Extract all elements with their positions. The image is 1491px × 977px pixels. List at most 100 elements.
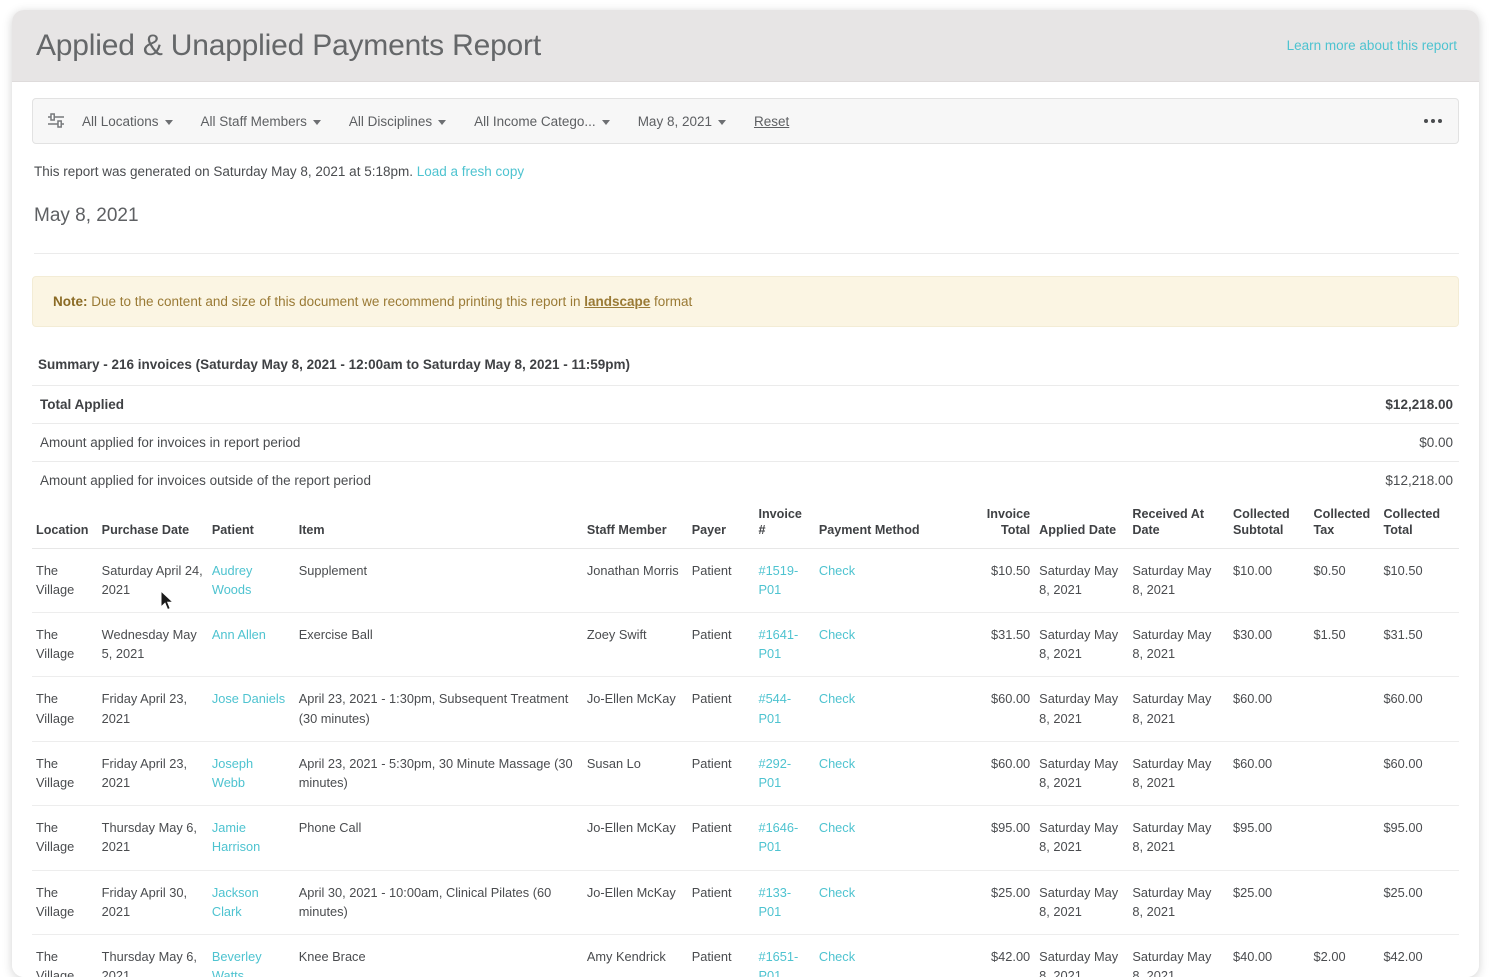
table-cell-received-at-date: Saturday May 8, 2021 (1128, 806, 1229, 870)
table-cell-patient[interactable]: Ann Allen (208, 613, 295, 677)
table-cell-patient[interactable]: Joseph Webb (208, 741, 295, 805)
table-cell-item: April 30, 2021 - 10:00am, Clinical Pilat… (295, 870, 583, 934)
reset-filters-button[interactable]: Reset (754, 114, 789, 129)
col-payment-method: Payment Method (815, 501, 958, 548)
table-cell-collected-tax (1310, 806, 1380, 870)
table-cell-invoice-number-link[interactable]: #1519-P01 (758, 563, 798, 597)
table-cell-patient-link[interactable]: Ann Allen (212, 627, 266, 642)
table-cell-patient[interactable]: Beverley Watts (208, 934, 295, 977)
table-cell-invoice-number-link[interactable]: #292-P01 (758, 756, 791, 790)
table-cell-patient[interactable]: Audrey Woods (208, 548, 295, 612)
summary-row-label: Total Applied (40, 397, 124, 412)
filter-all-locations[interactable]: All Locations (82, 114, 173, 129)
table-cell-patient-link[interactable]: Jackson Clark (212, 885, 259, 919)
summary-title: Summary - 216 invoices (Saturday May 8, … (38, 357, 1459, 385)
summary-row-outside-period: Amount applied for invoices outside of t… (32, 461, 1459, 499)
table-cell-collected-tax: $1.50 (1310, 613, 1380, 677)
table-cell-invoice-number-link[interactable]: #1646-P01 (758, 820, 798, 854)
payments-table: Location Purchase Date Patient Item Staf… (32, 501, 1459, 977)
filter-date-range[interactable]: May 8, 2021 (638, 114, 726, 129)
ellipsis-dot (1431, 119, 1435, 123)
ellipsis-icon[interactable] (1422, 113, 1444, 129)
table-cell-collected-total: $10.50 (1379, 548, 1459, 612)
table-cell-collected-total: $25.00 (1379, 870, 1459, 934)
col-item: Item (295, 501, 583, 548)
table-cell-patient[interactable]: Jose Daniels (208, 677, 295, 741)
table-cell-payment-method[interactable]: Check (815, 934, 958, 977)
table-cell-invoice-number[interactable]: #292-P01 (754, 741, 814, 805)
table-cell-invoice-number[interactable]: #544-P01 (754, 677, 814, 741)
table-cell-payer: Patient (688, 741, 755, 805)
table-cell-payment-method-link[interactable]: Check (819, 756, 855, 771)
summary-row-value: $0.00 (1419, 435, 1453, 450)
table-cell-collected-subtotal: $95.00 (1229, 806, 1310, 870)
table-cell-applied-date: Saturday May 8, 2021 (1035, 677, 1128, 741)
table-cell-payment-method-link[interactable]: Check (819, 885, 855, 900)
table-cell-payment-method-link[interactable]: Check (819, 563, 855, 578)
table-row: The VillageFriday April 23, 2021Jose Dan… (32, 677, 1459, 741)
filter-all-income-categories[interactable]: All Income Catego... (474, 114, 610, 129)
table-cell-invoice-number[interactable]: #133-P01 (754, 870, 814, 934)
table-cell-payment-method-link[interactable]: Check (819, 627, 855, 642)
table-cell-invoice-number[interactable]: #1646-P01 (754, 806, 814, 870)
page-header: Applied & Unapplied Payments Report Lear… (12, 10, 1479, 82)
note-text-before: Due to the content and size of this docu… (88, 294, 585, 309)
chevron-down-icon (602, 120, 610, 125)
table-cell-patient[interactable]: Jackson Clark (208, 870, 295, 934)
summary-row-label: Amount applied for invoices outside of t… (40, 473, 371, 488)
table-cell-invoice-total: $25.00 (958, 870, 1035, 934)
sliders-icon[interactable] (46, 111, 66, 131)
table-cell-invoice-number-link[interactable]: #544-P01 (758, 691, 791, 725)
filter-all-staff-members[interactable]: All Staff Members (201, 114, 321, 129)
table-cell-invoice-number-link[interactable]: #1641-P01 (758, 627, 798, 661)
filter-all-disciplines[interactable]: All Disciplines (349, 114, 446, 129)
table-cell-purchase-date: Friday April 30, 2021 (98, 870, 208, 934)
note-emphasis: landscape (584, 294, 650, 309)
table-cell-collected-total: $42.00 (1379, 934, 1459, 977)
table-cell-payment-method[interactable]: Check (815, 741, 958, 805)
col-location: Location (32, 501, 98, 548)
table-cell-collected-total: $95.00 (1379, 806, 1459, 870)
table-cell-invoice-number[interactable]: #1519-P01 (754, 548, 814, 612)
table-header-row: Location Purchase Date Patient Item Staf… (32, 501, 1459, 548)
table-cell-payment-method[interactable]: Check (815, 548, 958, 612)
table-cell-payer: Patient (688, 870, 755, 934)
payments-table-head: Location Purchase Date Patient Item Staf… (32, 501, 1459, 548)
table-cell-patient-link[interactable]: Joseph Webb (212, 756, 253, 790)
table-cell-collected-subtotal: $60.00 (1229, 741, 1310, 805)
table-cell-location: The Village (32, 677, 98, 741)
table-cell-payment-method[interactable]: Check (815, 613, 958, 677)
table-cell-patient[interactable]: Jamie Harrison (208, 806, 295, 870)
load-fresh-copy-link[interactable]: Load a fresh copy (417, 164, 524, 179)
filter-date-range-label: May 8, 2021 (638, 114, 712, 129)
col-invoice-number: Invoice # (754, 501, 814, 548)
table-row: The VillageFriday April 30, 2021Jackson … (32, 870, 1459, 934)
learn-more-link[interactable]: Learn more about this report (1287, 38, 1457, 53)
table-cell-patient-link[interactable]: Jamie Harrison (212, 820, 260, 854)
table-cell-purchase-date: Thursday May 6, 2021 (98, 806, 208, 870)
table-cell-staff-member: Jo-Ellen McKay (583, 870, 688, 934)
table-cell-payment-method[interactable]: Check (815, 806, 958, 870)
table-cell-payment-method-link[interactable]: Check (819, 949, 855, 964)
table-cell-collected-subtotal: $10.00 (1229, 548, 1310, 612)
page-body: All Locations All Staff Members All Disc… (12, 82, 1479, 977)
table-cell-patient-link[interactable]: Audrey Woods (212, 563, 253, 597)
table-cell-invoice-number[interactable]: #1651-P01 (754, 934, 814, 977)
table-cell-payment-method-link[interactable]: Check (819, 691, 855, 706)
table-cell-payment-method[interactable]: Check (815, 870, 958, 934)
table-cell-received-at-date: Saturday May 8, 2021 (1128, 870, 1229, 934)
table-cell-patient-link[interactable]: Jose Daniels (212, 691, 285, 706)
table-cell-collected-total: $60.00 (1379, 741, 1459, 805)
table-cell-invoice-number[interactable]: #1641-P01 (754, 613, 814, 677)
table-cell-payment-method[interactable]: Check (815, 677, 958, 741)
report-generated-text: This report was generated on Saturday Ma… (34, 164, 1459, 179)
table-cell-payment-method-link[interactable]: Check (819, 820, 855, 835)
table-row: The VillageWednesday May 5, 2021Ann Alle… (32, 613, 1459, 677)
table-cell-invoice-number-link[interactable]: #1651-P01 (758, 949, 798, 977)
table-cell-patient-link[interactable]: Beverley Watts (212, 949, 262, 977)
note-label: Note: (53, 294, 88, 309)
report-date-heading: May 8, 2021 (34, 205, 1459, 254)
table-cell-item: Knee Brace (295, 934, 583, 977)
table-cell-staff-member: Zoey Swift (583, 613, 688, 677)
table-cell-invoice-number-link[interactable]: #133-P01 (758, 885, 791, 919)
